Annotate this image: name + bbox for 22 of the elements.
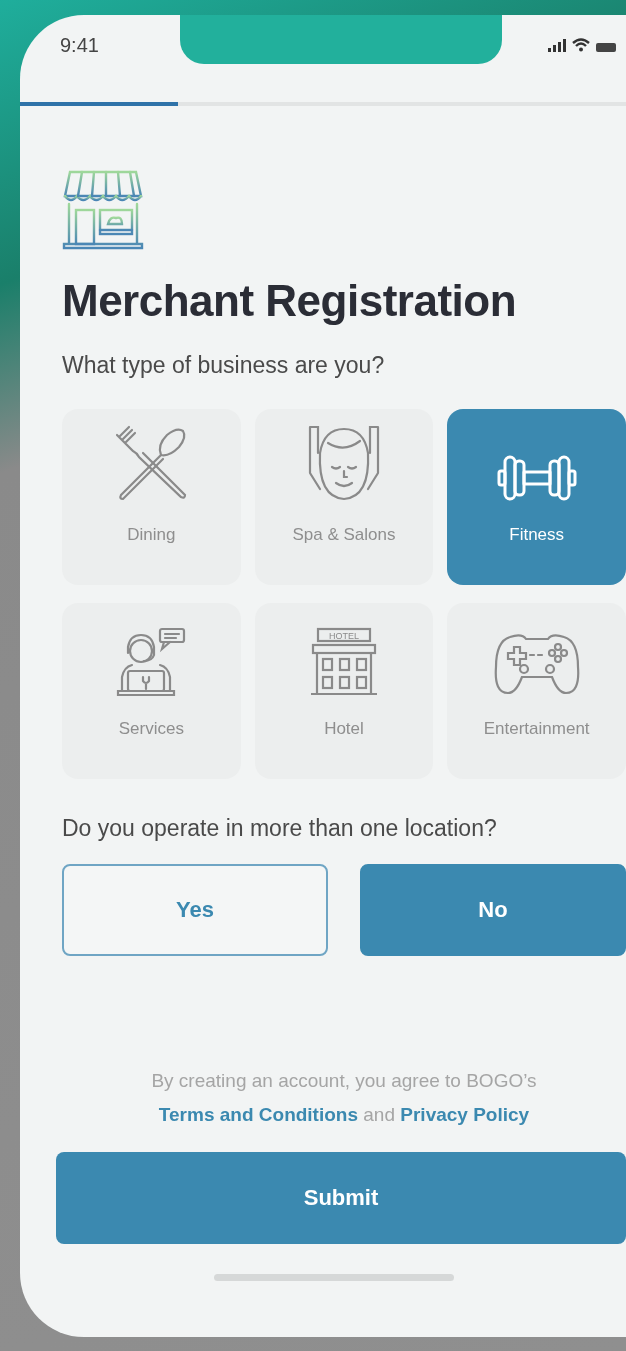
signal-icon xyxy=(548,39,566,52)
business-type-card[interactable]: Fitness xyxy=(447,409,626,585)
business-type-card[interactable]: Dining xyxy=(62,409,241,585)
terms-link[interactable]: Terms and Conditions xyxy=(158,1104,358,1125)
location-option-button[interactable]: No xyxy=(360,864,626,956)
support-agent-icon xyxy=(116,627,187,697)
wifi-icon xyxy=(572,38,590,52)
dumbbell-icon xyxy=(496,453,577,503)
terms-notice: By creating an account, you agree to BOGO’s Terms and Conditions and Privacy Policy xyxy=(150,1069,538,1127)
battery-icon xyxy=(596,43,616,52)
location-option-button[interactable]: Yes xyxy=(62,864,328,956)
privacy-link[interactable]: Privacy Policy xyxy=(400,1104,530,1125)
business-type-question: What type of business are you? xyxy=(62,352,386,379)
business-type-card[interactable]: Spa & Salons xyxy=(254,409,434,585)
business-type-card[interactable]: Entertainment xyxy=(447,603,626,779)
submit-button[interactable]: Submit xyxy=(56,1152,626,1244)
business-type-card[interactable]: HOTEL Hotel xyxy=(254,603,434,779)
page-title: Merchant Registration xyxy=(62,276,517,326)
business-type-card[interactable]: Services xyxy=(62,603,241,779)
status-time: 9:41 xyxy=(60,33,99,57)
location-question: Do you operate in more than one location? xyxy=(62,815,498,842)
storefront-icon xyxy=(62,168,144,250)
